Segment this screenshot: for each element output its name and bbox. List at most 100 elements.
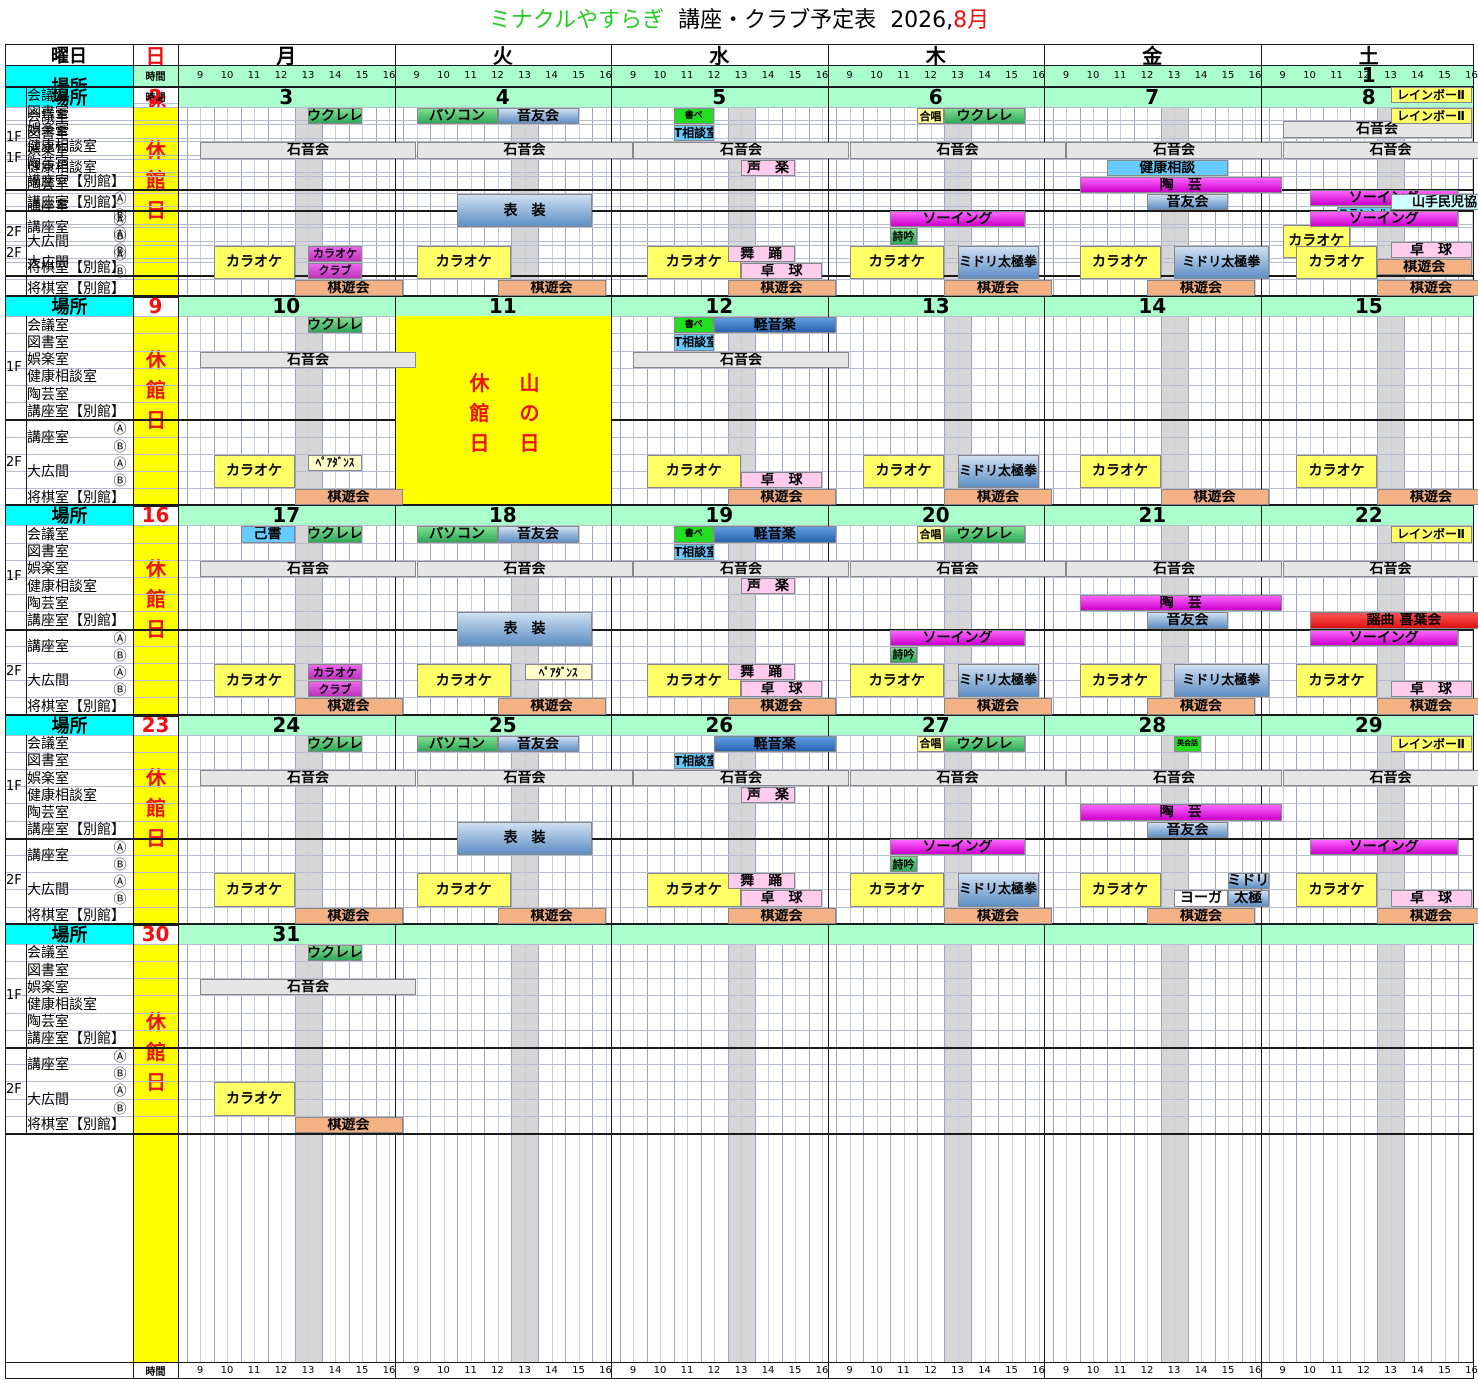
event-block[interactable]: 石音会	[633, 770, 849, 787]
event-block[interactable]: 表 装	[457, 194, 592, 228]
event-block[interactable]: 太極	[1228, 890, 1269, 907]
event-block[interactable]: 声 楽	[741, 159, 795, 176]
event-block[interactable]: 合唱	[917, 735, 944, 752]
event-block[interactable]: ソーイング	[890, 211, 1025, 228]
event-block[interactable]: ミドリ太極拳	[957, 873, 1039, 907]
event-block[interactable]: ソーイング	[890, 838, 1025, 855]
event-block[interactable]: カラオケ	[849, 873, 944, 907]
event-block[interactable]: ミドリ太極拳	[957, 245, 1039, 279]
event-block[interactable]: ﾍﾟｱﾀﾞﾝｽ	[524, 664, 592, 681]
event-block[interactable]: 卓 球	[1390, 890, 1472, 907]
event-block[interactable]: ソーイング	[1309, 211, 1458, 228]
event-block[interactable]: 石音会	[849, 560, 1066, 577]
event-block[interactable]: カラオケ	[416, 664, 511, 698]
event-block[interactable]: 声 楽	[741, 578, 795, 595]
event-block[interactable]: ミドリ太極拳	[957, 454, 1039, 489]
event-block[interactable]: ウクレレ	[308, 108, 362, 125]
event-block[interactable]: 石音会	[633, 142, 849, 159]
event-block[interactable]: 音友会	[497, 526, 579, 543]
event-block[interactable]: 卓 球	[741, 681, 822, 698]
event-block[interactable]: パソコン	[416, 108, 498, 125]
event-block[interactable]: 卓 球	[741, 890, 822, 907]
event-block[interactable]: 棋遊会	[944, 907, 1052, 924]
event-block[interactable]: 声 楽	[741, 787, 795, 804]
event-block[interactable]: 石音会	[416, 142, 633, 159]
event-block[interactable]: カラオケ	[1296, 245, 1377, 279]
event-block[interactable]: 詩吟	[890, 856, 917, 873]
event-block[interactable]: 卓 球	[741, 472, 822, 489]
event-block[interactable]: 石音会	[1282, 560, 1478, 577]
event-block[interactable]: レインボーⅡ	[1390, 526, 1472, 543]
event-block[interactable]: パソコン	[416, 735, 498, 752]
event-block[interactable]: レインボーⅡ	[1390, 735, 1472, 752]
event-block[interactable]: 軽音楽	[714, 317, 836, 334]
event-block[interactable]: 詩吟	[890, 228, 917, 245]
event-block[interactable]: カラオケ	[1079, 664, 1161, 698]
event-block[interactable]: カラオケ	[213, 454, 295, 489]
event-block[interactable]: ウクレレ	[308, 735, 362, 752]
event-block[interactable]: 陶 芸	[1079, 804, 1282, 821]
event-block[interactable]: 棋遊会	[944, 698, 1052, 715]
event-block[interactable]: 詩吟	[890, 646, 917, 663]
event-block[interactable]: レインボーⅡ	[1390, 108, 1472, 125]
event-block[interactable]: ヨーガ	[1174, 890, 1228, 907]
event-block[interactable]: カラオケ	[416, 873, 511, 907]
event-block[interactable]: 棋遊会	[727, 907, 836, 924]
event-block[interactable]: 棋遊会	[497, 907, 606, 924]
event-block[interactable]: カラオケ	[308, 664, 362, 681]
event-block[interactable]: 卓 球	[1390, 241, 1472, 258]
event-block[interactable]: カラオケ	[213, 664, 295, 698]
event-block[interactable]: 石音会	[200, 560, 416, 577]
event-block[interactable]: カラオケ	[646, 454, 741, 489]
event-block[interactable]: 棋遊会	[1147, 907, 1255, 924]
event-block[interactable]: 山手民児協	[1390, 194, 1478, 211]
event-block[interactable]: 軽音楽	[714, 526, 836, 543]
event-block[interactable]: 合唱	[917, 526, 944, 543]
event-block[interactable]: レインボーⅡ	[1390, 87, 1472, 104]
event-block[interactable]: 謡曲 喜葉会	[1309, 612, 1478, 629]
event-block[interactable]: 表 装	[457, 821, 592, 855]
event-block[interactable]: ソーイング	[1309, 838, 1458, 855]
event-block[interactable]: 石音会	[200, 979, 416, 996]
event-block[interactable]: ミドリ太極拳	[1174, 245, 1269, 279]
event-block[interactable]: 石音会	[416, 560, 633, 577]
event-block[interactable]: ソーイング	[890, 629, 1025, 646]
event-block[interactable]: 棋遊会	[1160, 489, 1269, 506]
event-block[interactable]: 音友会	[497, 108, 579, 125]
event-block[interactable]: クラブ	[308, 681, 362, 698]
event-block[interactable]: カラオケ	[213, 873, 295, 907]
event-block[interactable]: 棋遊会	[294, 907, 403, 924]
event-block[interactable]: 棋遊会	[1147, 280, 1255, 297]
event-block[interactable]: 己書	[240, 526, 295, 543]
event-block[interactable]: 石音会	[1066, 770, 1282, 787]
event-block[interactable]: カラオケ	[213, 245, 295, 279]
event-block[interactable]: カラオケ	[849, 245, 944, 279]
event-block[interactable]: 棋遊会	[497, 698, 606, 715]
event-block[interactable]: 書ペ	[673, 317, 714, 334]
event-block[interactable]: 合唱	[917, 108, 944, 125]
event-block[interactable]: 石音会	[1282, 770, 1478, 787]
event-block[interactable]: ミドリ太極拳	[1174, 664, 1269, 698]
event-block[interactable]: カラオケ	[1296, 664, 1377, 698]
event-block[interactable]: 棋遊会	[1377, 907, 1478, 924]
event-block[interactable]: 石音会	[200, 142, 416, 159]
event-block[interactable]: 棋遊会	[727, 698, 836, 715]
event-block[interactable]: 棋遊会	[1377, 698, 1478, 715]
event-block[interactable]: 棋遊会	[497, 280, 606, 297]
event-block[interactable]: 音友会	[497, 735, 579, 752]
event-block[interactable]: 石音会	[633, 351, 849, 368]
event-block[interactable]: 軽音楽	[714, 735, 836, 752]
event-block[interactable]: 音友会	[1147, 194, 1228, 211]
event-block[interactable]: 棋遊会	[1147, 698, 1255, 715]
event-block[interactable]: IT相談室	[673, 752, 714, 769]
event-block[interactable]: 石音会	[1066, 560, 1282, 577]
event-block[interactable]: 石音会	[1066, 142, 1282, 159]
event-block[interactable]: ウクレレ	[308, 944, 362, 961]
event-block[interactable]: 表 装	[457, 612, 592, 646]
event-block[interactable]: 石音会	[849, 770, 1066, 787]
event-block[interactable]: 棋遊会	[294, 489, 403, 506]
event-block[interactable]: 舞 踊	[727, 245, 795, 262]
event-block[interactable]: ミドリ太極拳	[957, 664, 1039, 698]
event-block[interactable]: カラオケ	[1296, 873, 1377, 907]
event-block[interactable]: ソーイング	[1309, 629, 1458, 646]
